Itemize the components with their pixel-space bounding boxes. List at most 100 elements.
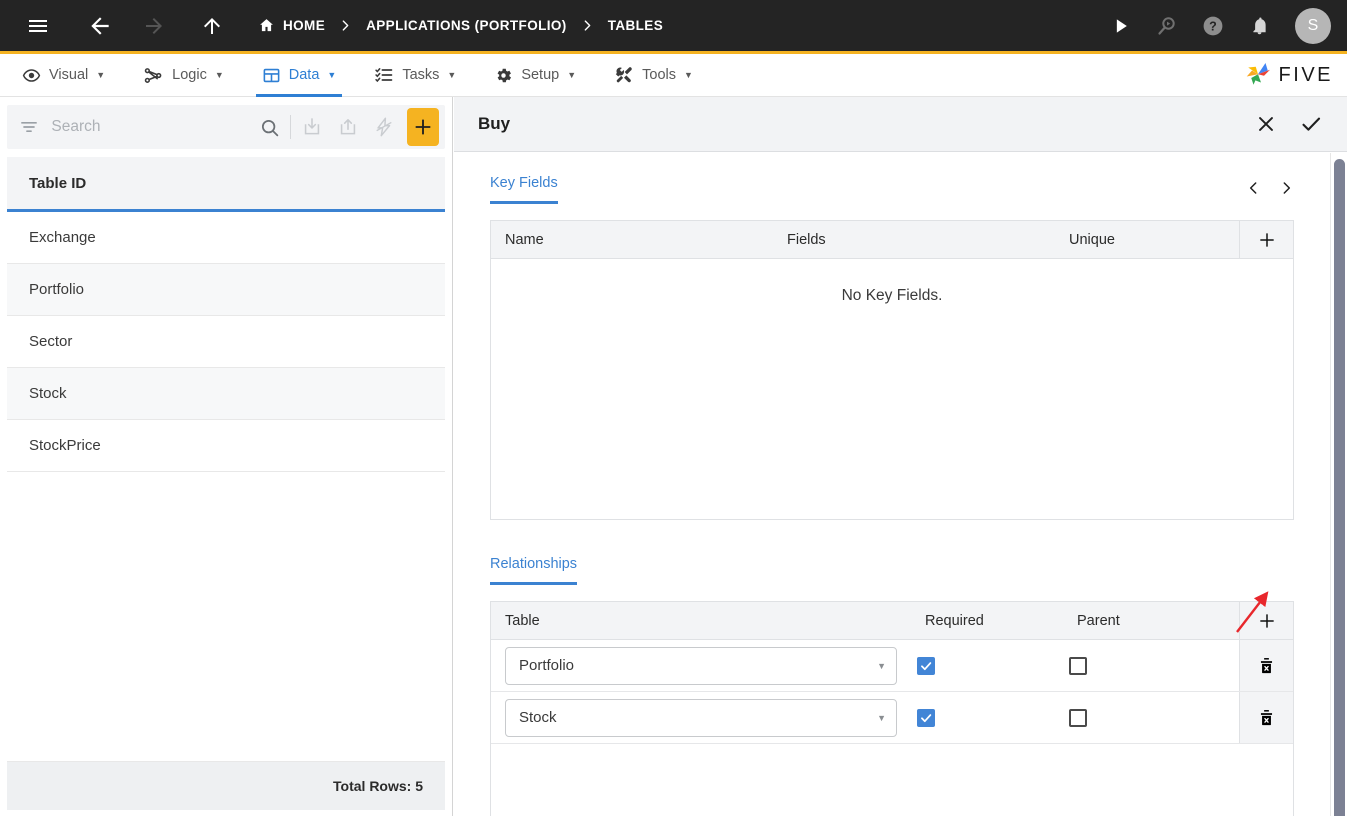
- tables-list: Table ID Exchange Portfolio Sector Stock…: [7, 157, 445, 762]
- sidebar-toolbar: [7, 105, 445, 149]
- tab-relationships-label: Relationships: [490, 556, 578, 572]
- menu-item-tasks[interactable]: Tasks ▼: [358, 54, 472, 97]
- relationships-empty-area: [491, 744, 1293, 816]
- list-column-header[interactable]: Table ID: [7, 157, 445, 212]
- chevron-left-icon[interactable]: [1246, 178, 1261, 198]
- close-icon[interactable]: [1255, 113, 1277, 135]
- list-item-label: Portfolio: [29, 281, 85, 298]
- chevron-right-icon[interactable]: [1279, 178, 1294, 198]
- eye-icon: [22, 66, 41, 85]
- list-item[interactable]: Exchange: [7, 212, 445, 264]
- delete-relationship-button[interactable]: [1239, 640, 1293, 691]
- menu-icon[interactable]: [16, 4, 60, 48]
- record-detail-panel: Buy Key Fields Name Fields Unique No Key…: [454, 97, 1347, 816]
- flash-icon[interactable]: [366, 105, 402, 149]
- notifications-bell-icon[interactable]: [1237, 4, 1281, 48]
- parent-checkbox[interactable]: [1069, 656, 1087, 675]
- chevron-down-icon: ▼: [327, 69, 337, 80]
- column-required: Required: [925, 612, 984, 629]
- search-icon[interactable]: [251, 105, 287, 149]
- chevron-down-icon: ▼: [684, 69, 693, 80]
- relationships-grid-header: Table Required Parent: [491, 601, 1293, 640]
- key-fields-add-button[interactable]: [1239, 220, 1293, 259]
- filter-icon[interactable]: [13, 117, 45, 137]
- add-table-button[interactable]: [406, 108, 440, 146]
- table-row: Portfolio ▼: [491, 640, 1293, 692]
- key-fields-section: Key Fields Name Fields Unique No Key Fie…: [454, 153, 1330, 520]
- tab-relationships[interactable]: Relationships: [490, 556, 578, 585]
- breadcrumb-applications-label: APPLICATIONS (PORTFOLIO): [366, 18, 567, 33]
- menu-item-setup[interactable]: Setup ▼: [478, 54, 592, 97]
- list-item[interactable]: StockPrice: [7, 420, 445, 472]
- export-icon[interactable]: [330, 105, 366, 149]
- panel-scroll-body: Key Fields Name Fields Unique No Key Fie…: [454, 153, 1330, 816]
- avatar[interactable]: S: [1295, 7, 1331, 44]
- forward-arrow-icon: [132, 4, 176, 48]
- column-parent: Parent: [1077, 612, 1120, 629]
- relationship-table-select[interactable]: Portfolio ▼: [505, 646, 897, 685]
- menu-item-tools-label: Tools: [642, 67, 676, 83]
- breadcrumb-applications[interactable]: APPLICATIONS (PORTFOLIO): [364, 18, 569, 33]
- list-item[interactable]: Portfolio: [7, 264, 445, 316]
- search-debug-icon[interactable]: [1145, 4, 1189, 48]
- topbar-actions: ? S: [1099, 4, 1347, 48]
- five-logo-text: FIVE: [1278, 63, 1333, 86]
- total-rows-status: Total Rows: 5: [7, 762, 445, 810]
- run-play-icon[interactable]: [1099, 4, 1143, 48]
- menu-item-tools[interactable]: Tools ▼: [598, 54, 709, 97]
- breadcrumb-tables-label: TABLES: [607, 18, 664, 33]
- breadcrumb-tables[interactable]: TABLES: [606, 18, 665, 33]
- key-fields-empty-label: No Key Fields.: [841, 287, 943, 304]
- top-navigation-bar: HOME APPLICATIONS (PORTFOLIO) TABLES ? S: [0, 0, 1347, 54]
- panel-header: Buy: [454, 97, 1347, 152]
- parent-checkbox[interactable]: [1069, 708, 1087, 727]
- list-item[interactable]: Sector: [7, 316, 445, 368]
- menu-item-tasks-label: Tasks: [402, 67, 440, 83]
- list-item-label: Exchange: [29, 229, 96, 246]
- tab-key-fields-label: Key Fields: [490, 175, 558, 191]
- help-icon[interactable]: ?: [1191, 4, 1235, 48]
- tab-key-fields[interactable]: Key Fields: [490, 175, 558, 204]
- up-arrow-icon[interactable]: [190, 4, 234, 48]
- menu-item-visual[interactable]: Visual ▼: [6, 54, 121, 97]
- list-item-label: Stock: [29, 385, 67, 402]
- table-grid-icon: [262, 66, 281, 85]
- five-pinwheel-icon: [1243, 60, 1273, 90]
- key-fields-grid-header: Name Fields Unique: [491, 220, 1293, 259]
- panel-header-actions: [1255, 112, 1323, 136]
- menu-item-logic[interactable]: Logic ▼: [127, 54, 240, 97]
- column-fields: Fields: [787, 231, 826, 248]
- check-icon[interactable]: [1299, 112, 1323, 136]
- list-item[interactable]: Stock: [7, 368, 445, 420]
- list-item-label: Sector: [29, 333, 73, 350]
- scrollbar-thumb[interactable]: [1334, 159, 1345, 816]
- gear-icon: [494, 66, 513, 85]
- required-checkbox[interactable]: [917, 656, 935, 675]
- column-table: Table: [505, 612, 540, 629]
- chevron-down-icon: ▼: [96, 69, 106, 80]
- search-input[interactable]: [45, 118, 252, 136]
- logic-nodes-icon: [143, 65, 164, 86]
- back-arrow-icon[interactable]: [78, 4, 122, 48]
- parent-cell: [1049, 708, 1199, 727]
- relationship-table-select[interactable]: Stock ▼: [505, 698, 897, 737]
- import-icon[interactable]: [294, 105, 330, 149]
- delete-relationship-button[interactable]: [1239, 692, 1293, 743]
- module-menu-bar: Visual ▼ Logic ▼ Data ▼ Tasks ▼ Setup ▼ …: [0, 54, 1347, 97]
- total-rows-label: Total Rows: 5: [333, 778, 423, 794]
- vertical-scrollbar[interactable]: [1330, 153, 1347, 816]
- list-column-header-label: Table ID: [29, 174, 87, 192]
- required-checkbox[interactable]: [917, 708, 935, 727]
- table-row: Stock ▼: [491, 692, 1293, 744]
- chevron-down-icon: ▼: [877, 712, 886, 723]
- wrench-screwdriver-icon: [614, 65, 634, 85]
- relationships-section: Relationships Table Required Parent Port…: [454, 520, 1330, 816]
- home-icon: [258, 17, 275, 34]
- checklist-icon: [374, 65, 394, 85]
- toolbar-divider: [290, 115, 292, 139]
- breadcrumb-home[interactable]: HOME: [256, 17, 327, 34]
- relationships-add-button[interactable]: [1239, 601, 1293, 640]
- key-fields-empty-message: No Key Fields.: [491, 259, 1293, 519]
- page-title: Buy: [478, 114, 511, 133]
- menu-item-data[interactable]: Data ▼: [246, 54, 353, 97]
